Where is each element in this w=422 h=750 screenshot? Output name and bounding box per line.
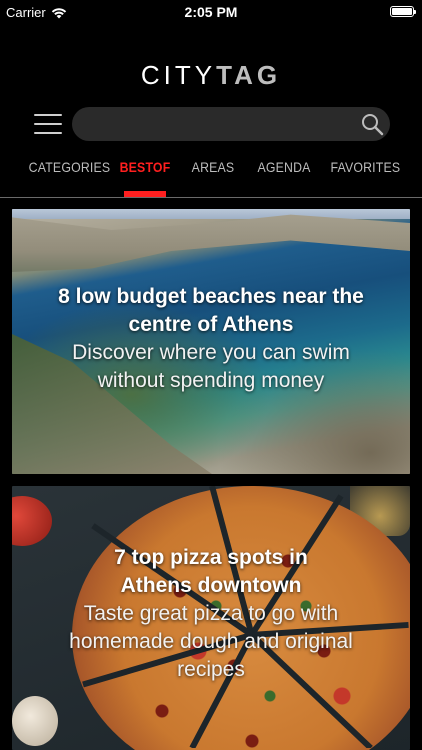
logo-city: CITY — [140, 60, 217, 90]
card-title: 8 low budget beaches near the centre of … — [58, 285, 364, 336]
tab-categories[interactable]: CATEGORIES — [29, 159, 110, 175]
hamburger-menu-button[interactable] — [34, 112, 62, 136]
article-card[interactable]: 8 low budget beaches near the centre of … — [12, 209, 410, 474]
search-bar[interactable] — [72, 107, 390, 143]
menu-line-icon — [34, 114, 62, 116]
active-tab-indicator — [124, 191, 166, 197]
card-text: 7 top pizza spots in Athens downtown Tas… — [12, 544, 410, 684]
tab-favorites[interactable]: FAVORITES — [330, 159, 400, 175]
tab-bestof[interactable]: BESTOF — [119, 159, 171, 175]
app-logo: CITYTAG — [0, 60, 422, 91]
tab-agenda[interactable]: AGENDA — [256, 159, 312, 175]
search-icon[interactable] — [360, 112, 384, 136]
status-bar: Carrier 2:05 PM — [0, 0, 422, 24]
menu-line-icon — [34, 132, 62, 134]
article-card[interactable]: 7 top pizza spots in Athens downtown Tas… — [12, 486, 410, 750]
card-text: 8 low budget beaches near the centre of … — [12, 283, 410, 395]
card-title: 7 top pizza spots in Athens downtown — [114, 546, 308, 597]
tab-areas[interactable]: AREAS — [191, 159, 235, 175]
category-tabs: CATEGORIES BESTOF AREAS AGENDA FAVORITES — [0, 150, 422, 198]
card-subtitle: Discover where you can swim without spen… — [72, 341, 350, 392]
status-time: 2:05 PM — [184, 4, 238, 20]
logo-tag: TAG — [216, 60, 282, 90]
card-subtitle: Taste great pizza to go with homemade do… — [69, 602, 353, 681]
battery-icon — [390, 6, 416, 17]
menu-line-icon — [34, 123, 62, 125]
search-input[interactable] — [86, 107, 350, 143]
